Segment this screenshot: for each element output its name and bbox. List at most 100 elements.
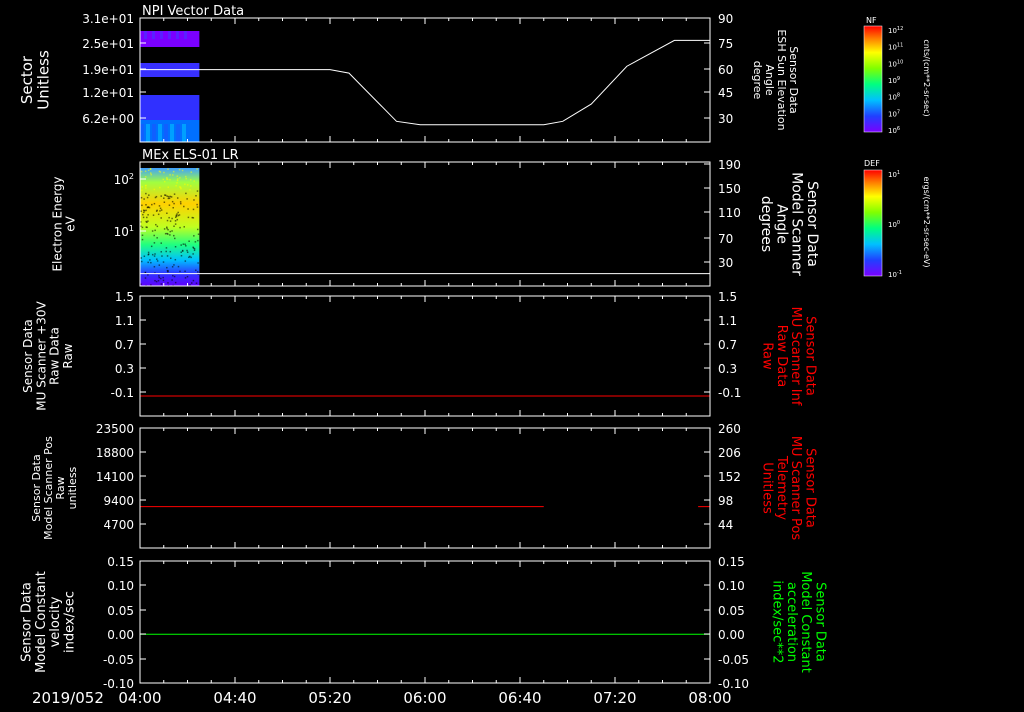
heatmap-speckle (159, 207, 162, 210)
panel-frame (139, 560, 711, 684)
panel-4: 23500 18800 14100 9400 4700 260 206 152 98 44 Sens… (30, 422, 817, 549)
heatmap-speckle (173, 264, 175, 266)
heatmap-speckle (160, 217, 162, 219)
heatmap-speckle (166, 195, 168, 197)
panel-frame (139, 17, 711, 143)
heatmap-speckle (180, 202, 182, 205)
heatmap-speckle (191, 216, 194, 219)
heatmap-cell (176, 31, 179, 39)
heatmap-speckle (150, 261, 152, 264)
heatmap-speckle (153, 202, 156, 205)
heatmap-speckle (171, 266, 174, 268)
heatmap-speckle (190, 185, 192, 187)
heatmap-speckle (179, 186, 181, 188)
heatmap-speckle (169, 174, 171, 176)
left-axis-label: Sensor DataModel Scanner PosRawunitless (30, 436, 79, 540)
heatmap-speckle (166, 212, 168, 215)
heatmap-speckle (163, 228, 166, 230)
heatmap-speckle (180, 254, 183, 257)
heatmap-speckle (185, 192, 187, 195)
heatmap-cell (168, 31, 171, 39)
heatmap-speckle (167, 282, 169, 284)
heatmap-speckle (196, 190, 199, 192)
right-y-tick-label: 206 (718, 446, 741, 460)
heatmap-speckle (144, 170, 147, 172)
heatmap-speckle (188, 240, 190, 242)
right-axis-label: Sensor DataESH Sun ElevationAngledegree (751, 29, 800, 130)
heatmap-speckle (174, 220, 177, 222)
right-y-tick-label: 98 (718, 494, 733, 508)
colorbar-tick-label: 106 (888, 126, 900, 135)
heatmap-speckle (160, 251, 163, 253)
heatmap-speckle (184, 277, 187, 279)
panel-frame (139, 427, 711, 549)
heatmap-speckle (151, 230, 154, 232)
right-axis-label: Sensor DataModel ScannerAngledegrees (758, 172, 820, 276)
heatmap-speckle (147, 251, 150, 254)
heatmap-speckle (151, 203, 153, 206)
heatmap-speckle (163, 201, 166, 203)
heatmap-speckle (192, 279, 195, 282)
heatmap-speckle (166, 178, 168, 180)
y-tick-label: -0.05 (103, 653, 134, 667)
y-tick-label: -0.1 (111, 386, 134, 400)
heatmap-cell (144, 31, 147, 39)
right-y-tick-label: -0.1 (718, 386, 741, 400)
heatmap-speckle (163, 197, 165, 199)
heatmap-speckle (172, 274, 174, 277)
colorbar-tick-label: 108 (888, 93, 900, 102)
heatmap-speckle (154, 229, 156, 232)
heatmap-speckle (174, 245, 177, 248)
heatmap-speckle (156, 258, 158, 260)
heatmap-speckle (190, 256, 192, 259)
heatmap-speckle (149, 168, 152, 170)
heatmap-speckle (187, 208, 189, 210)
heatmap-speckle (196, 228, 199, 231)
heatmap-speckle (190, 282, 193, 284)
heatmap-speckle (176, 182, 178, 184)
heatmap-speckle (179, 201, 182, 203)
heatmap-speckle (171, 217, 173, 220)
heatmap-speckle (166, 266, 168, 269)
heatmap-speckle (140, 260, 143, 263)
colorbar-tick-label: 1010 (888, 59, 903, 68)
heatmap-speckle (147, 214, 149, 216)
heatmap-speckle (150, 173, 152, 176)
heatmap-speckle (147, 274, 149, 276)
right-y-tick-label: 44 (718, 518, 733, 532)
heatmap-speckle (154, 196, 157, 199)
heatmap-speckle (156, 237, 158, 239)
heatmap-speckle (156, 225, 159, 228)
right-y-tick-label: -0.05 (718, 653, 749, 667)
left-axis-label: Sensor DataModel Constantvelocityindex/s… (20, 571, 78, 673)
heatmap-speckle (141, 189, 143, 192)
colorbar-tick-label: 10-1 (888, 270, 902, 279)
right-y-tick-label: 70 (718, 232, 733, 246)
x-tick-label: 04:00 (118, 689, 161, 707)
heatmap-cell (158, 124, 162, 142)
y-tick-label: 1.2e+01 (82, 86, 134, 100)
heatmap-speckle (176, 175, 179, 177)
heatmap-speckle (177, 178, 179, 180)
heatmap-speckle (184, 183, 186, 186)
heatmap-speckle (179, 226, 181, 229)
left-axis-label: SectorUnitless (18, 50, 53, 110)
heatmap-speckle (143, 255, 146, 258)
heatmap-speckle (152, 214, 155, 216)
x-tick-label: 07:20 (593, 689, 636, 707)
heatmap-speckle (192, 246, 194, 249)
heatmap-speckle (176, 218, 179, 221)
heatmap-speckle (171, 200, 174, 203)
panel-title: MEx ELS-01 LR (142, 148, 239, 163)
y-tick-label: 0.10 (107, 579, 134, 593)
heatmap-speckle (143, 211, 145, 214)
heatmap-speckle (177, 211, 179, 214)
heatmap-speckle (167, 195, 170, 198)
heatmap-speckle (178, 168, 181, 171)
heatmap-speckle (166, 226, 168, 229)
heatmap-speckle (154, 279, 156, 282)
els-heatmap (140, 168, 200, 288)
heatmap-speckle (147, 253, 150, 255)
heatmap-speckle (160, 242, 162, 244)
right-y-tick-label: 0.15 (718, 555, 745, 569)
